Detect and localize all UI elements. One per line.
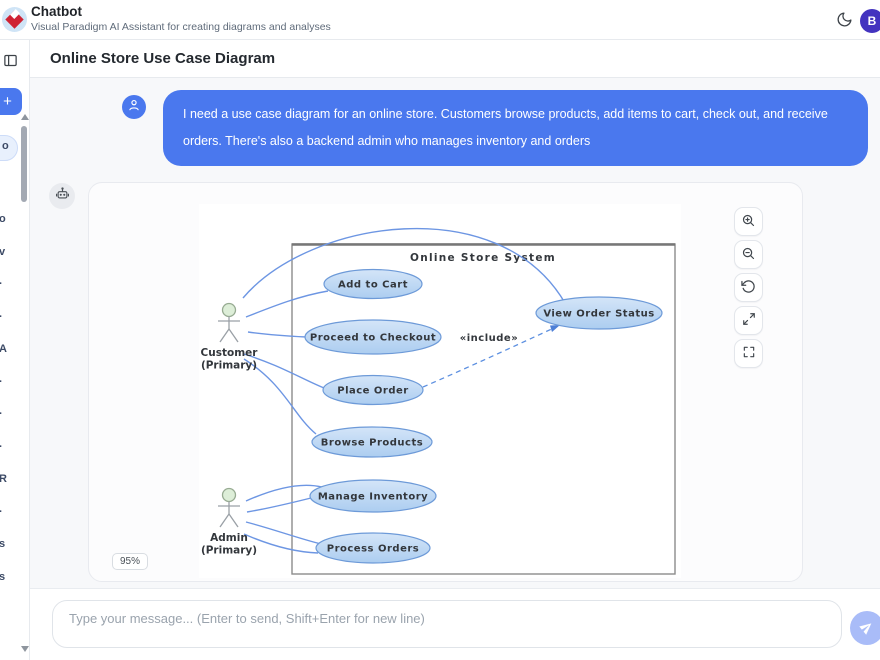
svg-text:Admin: Admin	[210, 532, 248, 544]
zoom-in-button[interactable]	[734, 207, 763, 236]
sidebar-item[interactable]: v	[0, 246, 23, 266]
sidebar-item[interactable]: ·	[0, 376, 23, 396]
main-panel: Online Store Use Case Diagram I need a u…	[30, 40, 880, 660]
svg-text:(Primary): (Primary)	[201, 545, 257, 557]
fullscreen-button[interactable]	[734, 339, 763, 368]
rotate-ccw-icon	[741, 279, 756, 297]
zoom-out-button[interactable]	[734, 240, 763, 269]
diagram-card: Online Store System	[88, 182, 803, 582]
zoom-level-badge: 95%	[112, 553, 148, 570]
usecase-process-orders: Process Orders	[316, 533, 430, 563]
composer-bar	[30, 588, 880, 660]
include-label: «include»	[460, 333, 518, 344]
reset-view-button[interactable]	[734, 273, 763, 302]
usecase-browse-products: Browse Products	[312, 427, 432, 457]
page-title: Online Store Use Case Diagram	[50, 50, 275, 67]
svg-text:(Primary): (Primary)	[201, 360, 257, 372]
actor-customer: Customer (Primary)	[201, 304, 259, 372]
user-message-avatar	[122, 95, 146, 119]
send-button[interactable]	[850, 611, 880, 645]
zoom-out-icon	[741, 246, 756, 264]
brand-block: Chatbot Visual Paradigm AI Assistant for…	[31, 4, 331, 33]
app-header: Chatbot Visual Paradigm AI Assistant for…	[0, 0, 880, 40]
sidebar-item[interactable]: o	[0, 213, 23, 233]
chat-scroll-area: I need a use case diagram for an online …	[30, 78, 880, 588]
diagram-controls	[734, 207, 763, 368]
sidebar-item[interactable]: ·	[0, 408, 23, 428]
person-icon	[127, 98, 141, 117]
sidebar-item[interactable]: o	[0, 135, 18, 161]
sidebar-item[interactable]: ·	[0, 278, 23, 298]
fullscreen-brackets-icon	[742, 345, 756, 362]
moon-icon	[836, 11, 853, 31]
expand-arrows-icon	[742, 312, 756, 329]
user-avatar-badge[interactable]: B	[860, 9, 880, 33]
system-boundary-title: Online Store System	[410, 252, 556, 264]
sidebar-item[interactable]: ·	[0, 506, 23, 526]
new-chat-button[interactable]: +	[0, 88, 22, 115]
svg-text:Proceed to Checkout: Proceed to Checkout	[310, 333, 436, 344]
robot-icon	[55, 186, 70, 206]
sidebar-item[interactable]: ·	[0, 311, 23, 331]
app-subtitle: Visual Paradigm AI Assistant for creatin…	[31, 21, 331, 33]
svg-text:Browse Products: Browse Products	[321, 438, 423, 449]
sidebar-toggle-icon[interactable]	[2, 52, 18, 68]
paper-plane-icon	[859, 619, 875, 638]
bot-message-avatar	[49, 183, 75, 209]
app-title: Chatbot	[31, 4, 331, 19]
sidebar-item[interactable]: A	[0, 343, 23, 363]
diagram-canvas[interactable]: Online Store System	[199, 204, 681, 578]
usecase-proceed-to-checkout: Proceed to Checkout	[305, 320, 441, 354]
svg-text:Add to Cart: Add to Cart	[338, 280, 408, 291]
zoom-in-icon	[741, 213, 756, 231]
usecase-manage-inventory: Manage Inventory	[310, 480, 436, 512]
usecase-place-order: Place Order	[323, 376, 423, 405]
message-input[interactable]	[52, 600, 842, 648]
user-message-bubble: I need a use case diagram for an online …	[163, 90, 868, 166]
sidebar-item[interactable]: s	[0, 571, 23, 591]
svg-text:Process Orders: Process Orders	[327, 544, 419, 555]
chat-list-sidebar: + o o v · · A · · · R · s s	[0, 40, 30, 660]
usecase-add-to-cart: Add to Cart	[324, 270, 422, 299]
usecase-view-order-status: View Order Status	[536, 297, 662, 329]
sidebar-item[interactable]: R	[0, 473, 23, 493]
sidebar-scroll-down-arrow[interactable]	[21, 646, 29, 652]
svg-text:Manage Inventory: Manage Inventory	[318, 492, 428, 503]
svg-text:View Order Status: View Order Status	[543, 309, 654, 320]
svg-text:Place Order: Place Order	[337, 386, 409, 397]
svg-text:Customer: Customer	[201, 347, 259, 359]
sidebar-item[interactable]: ·	[0, 441, 23, 461]
sidebar-item[interactable]: s	[0, 538, 23, 558]
conversation-title-bar: Online Store Use Case Diagram	[30, 40, 880, 78]
sidebar-scrollbar-thumb[interactable]	[21, 126, 27, 202]
expand-button[interactable]	[734, 306, 763, 335]
theme-toggle-button[interactable]	[834, 11, 854, 31]
sidebar-scroll-up-arrow[interactable]	[21, 114, 29, 120]
visual-paradigm-logo	[2, 7, 27, 32]
